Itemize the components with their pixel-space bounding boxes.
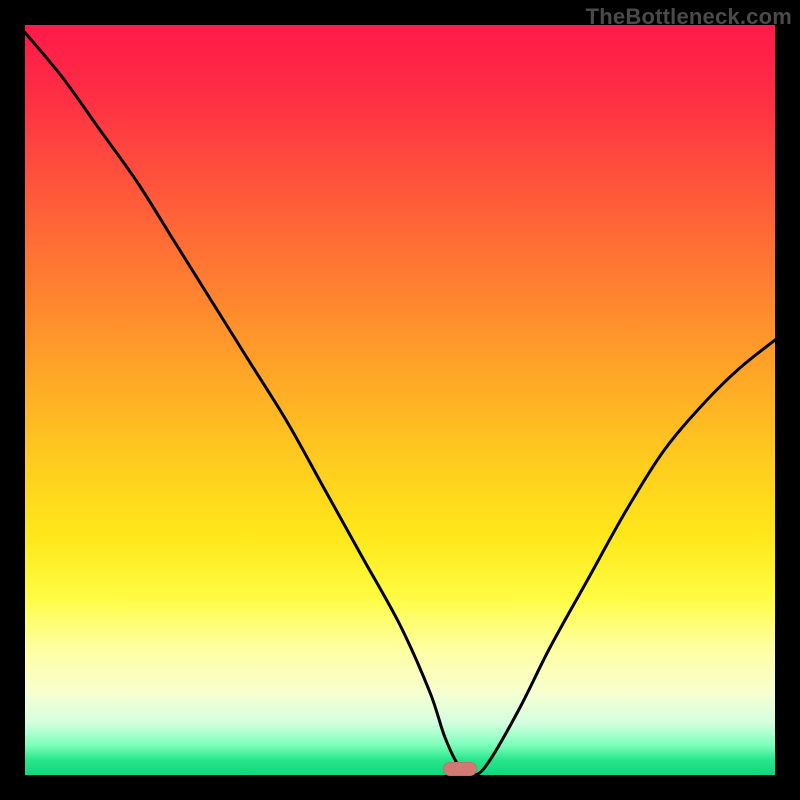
chart-frame: TheBottleneck.com <box>0 0 800 800</box>
optimal-point-marker <box>443 762 477 776</box>
bottleneck-curve <box>25 25 775 775</box>
plot-area <box>25 25 775 775</box>
